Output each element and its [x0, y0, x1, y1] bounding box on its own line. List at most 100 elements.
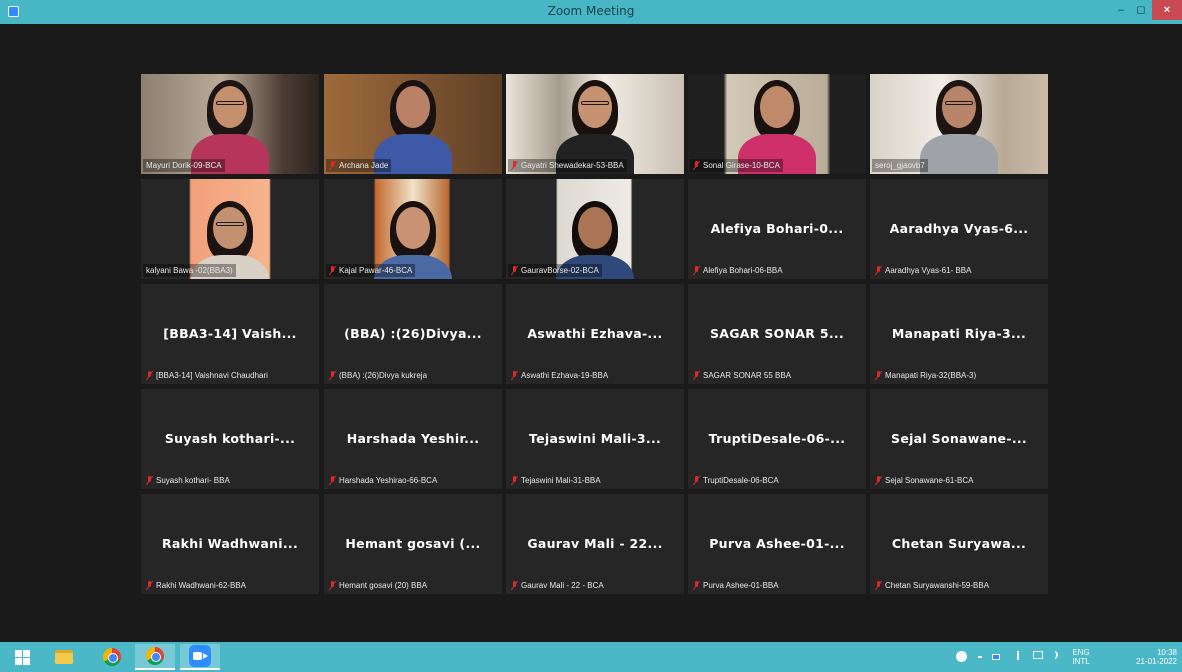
participant-name-label: Sonal Girase-10-BCA [690, 159, 783, 172]
participant-name-large: Gaurav Mali - 22... [527, 536, 663, 551]
gallery-view: Mayuri Dorik-09-BCA Archana Jade Gayatri S… [8, 24, 1174, 642]
participant-name-label: kalyani Bawa -02(BBA3) [143, 264, 236, 277]
participant-name-label: [BBA3-14] Vaishnavi Chaudhari [143, 369, 271, 382]
participant-tile[interactable]: Rakhi Wadhwani... Rakhi Wadhwani-62-BBA [141, 494, 319, 594]
clock[interactable]: 10:38 21-01-2022 [1097, 648, 1177, 672]
help-icon[interactable] [956, 651, 967, 662]
close-button[interactable]: × [1152, 0, 1182, 20]
participant-name-large: TruptiDesale-06-... [708, 431, 846, 446]
participant-name: TruptiDesale-06-BCA [703, 476, 779, 485]
participant-tile[interactable]: Harshada Yeshir... Harshada Yeshirao-66-B… [324, 389, 502, 489]
start-button[interactable] [2, 644, 42, 670]
participant-name: Kajal Pawar-46-BCA [339, 266, 413, 275]
participant-tile[interactable]: Gaurav Mali - 22... Gaurav Mali - 22 - BC… [506, 494, 684, 594]
participant-tile[interactable]: Hemant gosavi (... Hemant gosavi (20) BBA [324, 494, 502, 594]
participant-name-label: (BBA) :(26)Divya kukreja [326, 369, 430, 382]
window-title: Zoom Meeting [547, 4, 635, 18]
mic-muted-icon [329, 371, 336, 380]
participant-name-label: Chetan Suryawanshi-59-BBA [872, 579, 992, 592]
participant-name: Harshada Yeshirao-66-BCA [339, 476, 438, 485]
mic-muted-icon [329, 581, 336, 590]
minimize-button[interactable]: – [1111, 0, 1131, 20]
language-indicator[interactable]: ENG INTL [1069, 648, 1093, 672]
participant-name-label: Sejal Sonawane-61-BCA [872, 474, 977, 487]
participant-name-large: (BBA) :(26)Divya... [344, 326, 482, 341]
participant-name: SAGAR SONAR 55 BBA [703, 371, 792, 380]
participant-name: GauravBorse-02-BCA [521, 266, 599, 275]
participant-tile[interactable]: [BBA3-14] Vaish... [BBA3-14] Vaishnavi Ch… [141, 284, 319, 384]
participant-tile[interactable]: Sejal Sonawane-... Sejal Sonawane-61-BCA [870, 389, 1048, 489]
chrome-profile-icon [146, 647, 164, 665]
participant-name-label: Purva Ashee-01-BBA [690, 579, 782, 592]
participant-tile[interactable]: seroj_gjaovb7 [870, 74, 1048, 174]
participant-tile[interactable]: Manapati Riya-3... Manapati Riya-32(BBA-3… [870, 284, 1048, 384]
participant-name-label: SAGAR SONAR 55 BBA [690, 369, 794, 382]
participant-tile[interactable]: Sonal Girase-10-BCA [688, 74, 866, 174]
participant-tile[interactable]: Suyash kothari-... Suyash kothari- BBA [141, 389, 319, 489]
participant-name-label: Gaurav Mali - 22 - BCA [508, 579, 607, 592]
mic-muted-icon [329, 476, 336, 485]
participant-name-label: GauravBorse-02-BCA [508, 264, 602, 277]
folder-icon [55, 650, 73, 664]
participant-name-large: Sejal Sonawane-... [891, 431, 1027, 446]
participant-name-large: SAGAR SONAR 5... [709, 326, 845, 341]
participant-name-label: Hemant gosavi (20) BBA [326, 579, 430, 592]
participant-tile[interactable]: TruptiDesale-06-... TruptiDesale-06-BCA [688, 389, 866, 489]
participant-tile[interactable]: Chetan Suryawa... Chetan Suryawanshi-59-B… [870, 494, 1048, 594]
taskbar-zoom[interactable] [180, 644, 220, 670]
mic-muted-icon [693, 581, 700, 590]
language-bottom: INTL [1072, 657, 1090, 666]
clock-date: 21-01-2022 [1136, 657, 1177, 666]
participant-tile[interactable]: Mayuri Dorik-09-BCA [141, 74, 319, 174]
taskbar-chrome[interactable] [92, 644, 132, 670]
maximize-button[interactable]: ◻ [1131, 0, 1151, 20]
mic-muted-icon [329, 266, 336, 275]
participant-tile[interactable]: (BBA) :(26)Divya... (BBA) :(26)Divya kukr… [324, 284, 502, 384]
participant-name: Sejal Sonawane-61-BCA [885, 476, 974, 485]
participant-name: Suyash kothari- BBA [156, 476, 230, 485]
taskbar-chrome-profile[interactable] [135, 644, 175, 670]
participant-tile[interactable]: Aaradhya Vyas-6... Aaradhya Vyas-61- BBA [870, 179, 1048, 279]
participant-name-label: Suyash kothari- BBA [143, 474, 233, 487]
volume-icon[interactable] [1050, 651, 1058, 659]
participant-name-large: Rakhi Wadhwani... [161, 536, 299, 551]
mic-muted-icon [875, 476, 882, 485]
participant-name: Aaradhya Vyas-61- BBA [885, 266, 972, 275]
network-icon[interactable] [1033, 651, 1043, 659]
participant-name-large: Aaradhya Vyas-6... [889, 221, 1029, 236]
mic-muted-icon [511, 476, 518, 485]
participant-name-large: Hemant gosavi (... [345, 536, 481, 551]
participant-tile[interactable]: Kajal Pawar-46-BCA [324, 179, 502, 279]
participant-name-label: Harshada Yeshirao-66-BCA [326, 474, 440, 487]
mic-muted-icon [693, 161, 700, 170]
participant-name: kalyani Bawa -02(BBA3) [146, 266, 233, 275]
participant-name: Mayuri Dorik-09-BCA [146, 161, 222, 170]
participant-tile[interactable]: GauravBorse-02-BCA [506, 179, 684, 279]
zoom-tray-icon[interactable] [992, 654, 1000, 660]
participant-name-label: Gayatri Shewadekar-53-BBA [508, 159, 627, 172]
participant-name: Tejaswini Mali-31-BBA [521, 476, 601, 485]
participant-name: Gaurav Mali - 22 - BCA [521, 581, 604, 590]
participant-name-large: Alefiya Bohari-0... [710, 221, 844, 236]
flag-icon[interactable] [1017, 651, 1025, 660]
participant-tile[interactable]: Tejaswini Mali-3... Tejaswini Mali-31-BBA [506, 389, 684, 489]
mic-muted-icon [875, 371, 882, 380]
participant-tile[interactable]: Gayatri Shewadekar-53-BBA [506, 74, 684, 174]
taskbar-file-explorer[interactable] [44, 644, 84, 670]
participant-tile[interactable]: Aswathi Ezhava-... Aswathi Ezhava-19-BBA [506, 284, 684, 384]
participant-name-large: Chetan Suryawa... [891, 536, 1027, 551]
participant-name: [BBA3-14] Vaishnavi Chaudhari [156, 371, 268, 380]
participant-tile[interactable]: Purva Ashee-01-... Purva Ashee-01-BBA [688, 494, 866, 594]
participant-name: Sonal Girase-10-BCA [703, 161, 780, 170]
participant-name-large: Harshada Yeshir... [346, 431, 480, 446]
participant-name: Purva Ashee-01-BBA [703, 581, 779, 590]
participant-tile[interactable]: kalyani Bawa -02(BBA3) [141, 179, 319, 279]
participant-name: Aswathi Ezhava-19-BBA [521, 371, 609, 380]
participant-name-label: Alefiya Bohari-06-BBA [690, 264, 786, 277]
participant-name-large: Purva Ashee-01-... [709, 536, 845, 551]
participant-tile[interactable]: SAGAR SONAR 5... SAGAR SONAR 55 BBA [688, 284, 866, 384]
mic-muted-icon [146, 581, 153, 590]
participant-tile[interactable]: Archana Jade [324, 74, 502, 174]
participant-name: Hemant gosavi (20) BBA [339, 581, 428, 590]
participant-tile[interactable]: Alefiya Bohari-0... Alefiya Bohari-06-BBA [688, 179, 866, 279]
